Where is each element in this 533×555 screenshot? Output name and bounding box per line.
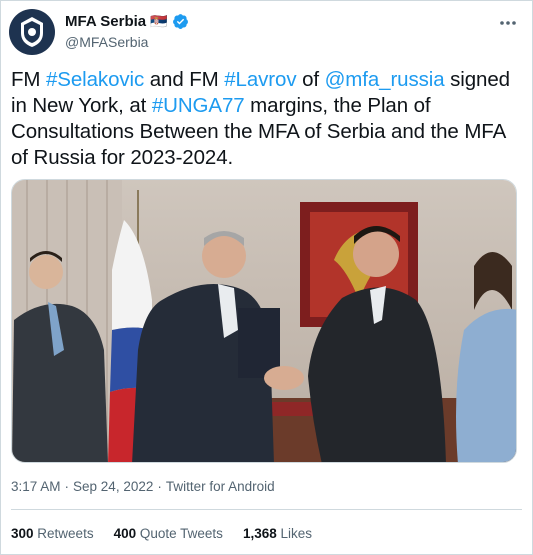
signing-ceremony-photo bbox=[12, 180, 516, 462]
flag-icon: 🇷🇸 bbox=[150, 13, 168, 29]
retweets-label: Retweets bbox=[37, 526, 94, 541]
tweet-card: MFA Serbia 🇷🇸 @MFASerbia FM #Selakovic a… bbox=[0, 0, 533, 555]
tweet-meta: 3:17 AM · Sep 24, 2022 · Twitter for And… bbox=[11, 479, 275, 494]
tweet-source[interactable]: Twitter for Android bbox=[166, 479, 275, 494]
retweets-count: 300 bbox=[11, 526, 34, 541]
likes-stat[interactable]: 1,368 Likes bbox=[243, 526, 312, 541]
mention-link-mfa-russia[interactable]: @mfa_russia bbox=[325, 68, 445, 91]
meta-separator: · bbox=[64, 479, 70, 494]
likes-count: 1,368 bbox=[242, 526, 277, 541]
quote-tweets-count: 400 bbox=[113, 526, 137, 541]
serbian-coat-of-arms-icon bbox=[21, 17, 43, 47]
quote-tweets-label: Quote Tweets bbox=[139, 526, 223, 541]
tweet-text-part: FM bbox=[11, 68, 46, 91]
hashtag-link-selakovic[interactable]: #Selakovic bbox=[46, 68, 144, 91]
avatar[interactable] bbox=[9, 9, 55, 55]
tweet-time[interactable]: 3:17 AM bbox=[11, 479, 61, 494]
verified-badge-icon bbox=[172, 14, 188, 29]
meta-separator: · bbox=[157, 479, 162, 494]
tweet-text-part: and FM bbox=[144, 68, 225, 91]
more-horizontal-icon[interactable] bbox=[498, 13, 518, 33]
retweets-stat[interactable]: 300 Retweets bbox=[11, 526, 94, 541]
account-handle[interactable]: @MFASerbia bbox=[65, 34, 148, 50]
tweet-stats: 300 Retweets 400 Quote Tweets 1,368 Like… bbox=[11, 526, 312, 541]
likes-label: Likes bbox=[280, 526, 313, 541]
tweet-header: MFA Serbia 🇷🇸 @MFASerbia bbox=[9, 9, 524, 57]
name-row: MFA Serbia 🇷🇸 bbox=[65, 13, 189, 30]
display-name[interactable]: MFA Serbia bbox=[65, 13, 146, 30]
tweet-text: FM #Selakovic and FM #Lavrov of @mfa_rus… bbox=[11, 67, 511, 171]
hashtag-link-lavrov[interactable]: #Lavrov bbox=[224, 68, 296, 91]
quote-tweets-stat[interactable]: 400 Quote Tweets bbox=[114, 526, 223, 541]
tweet-text-part: of bbox=[296, 68, 325, 91]
tweet-date[interactable]: Sep 24, 2022 bbox=[73, 479, 153, 494]
divider bbox=[11, 509, 522, 510]
tweet-photo[interactable] bbox=[11, 179, 517, 463]
hashtag-link-unga77[interactable]: #UNGA77 bbox=[152, 94, 245, 117]
